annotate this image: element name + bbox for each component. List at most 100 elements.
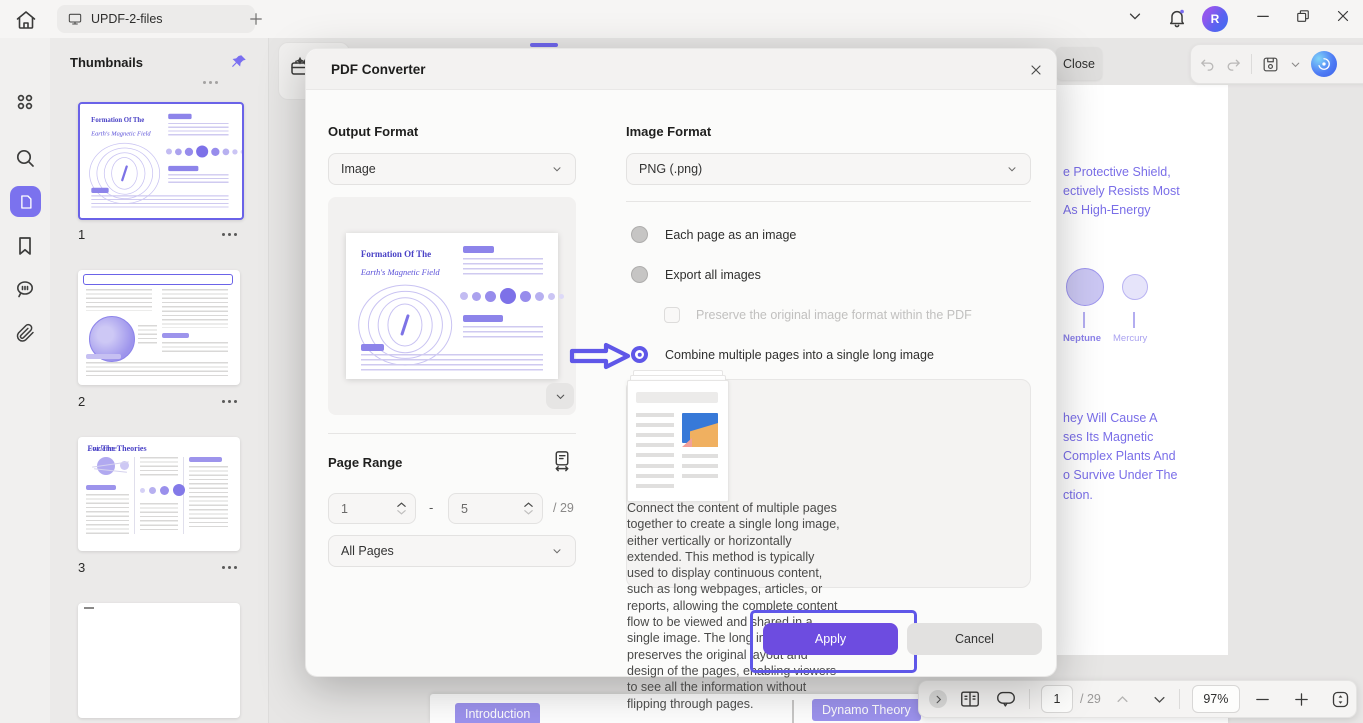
page-total-label: / 29 [553, 501, 574, 515]
fit-page-icon[interactable] [1330, 689, 1351, 710]
viewer-status-bar: 1 / 29 97% [918, 680, 1357, 718]
output-format-select[interactable]: Image [328, 153, 576, 185]
monitor-icon [67, 11, 83, 27]
zoom-level-value: 97% [1203, 692, 1228, 706]
zoom-in-icon[interactable] [1293, 691, 1310, 708]
new-tab-button[interactable] [247, 10, 265, 28]
page-thumbnail-3[interactable]: Evidence For The Theories [78, 437, 240, 551]
chevron-down-icon [1006, 163, 1018, 175]
window-restore-button[interactable] [1294, 7, 1312, 31]
option-label: Preserve the original image format withi… [696, 308, 972, 322]
document-tab[interactable]: UPDF-2-files [57, 5, 255, 33]
chevron-down-icon [551, 163, 563, 175]
thumbnail-menu-icon[interactable] [222, 400, 225, 403]
collapse-toolbar-icon[interactable] [929, 690, 947, 708]
home-button[interactable] [14, 8, 38, 32]
zoom-level-input[interactable]: 97% [1192, 685, 1240, 713]
stepper-arrows-icon[interactable] [396, 501, 407, 516]
option-export-all-images[interactable]: Export all images [631, 266, 761, 283]
option-preserve-original-format[interactable]: Preserve the original image format withi… [664, 307, 972, 323]
thumbnails-panel-title: Thumbnails [70, 55, 143, 70]
combine-description-text: Connect the content of multiple pages to… [627, 500, 841, 712]
thumbnail-number: 3 [78, 560, 85, 575]
doc-text-line: o Survive Under The [1063, 468, 1177, 482]
page-thumbnail-2[interactable] [78, 270, 240, 385]
save-options-chevron-icon[interactable] [1289, 58, 1302, 71]
previous-page-chevron-icon[interactable] [1115, 692, 1130, 707]
thumbnail-menu-icon[interactable] [222, 233, 225, 236]
page-number-value: 1 [1054, 692, 1061, 706]
undo-icon[interactable] [1199, 56, 1216, 73]
page4-mini-preview [78, 603, 236, 713]
radio-unselected-icon[interactable] [631, 266, 648, 283]
pdf-converter-dialog: PDF Converter Output Format Image Format… [305, 48, 1057, 677]
zoom-out-icon[interactable] [1254, 691, 1271, 708]
hidden-tab-indicator [530, 43, 558, 47]
attachment-paperclip-icon[interactable] [13, 321, 37, 345]
converter-close-button[interactable]: Close [1056, 47, 1102, 80]
window-close-button[interactable] [1334, 7, 1352, 31]
page-range-swap-icon[interactable] [551, 449, 574, 472]
doc-text-line: As High-Energy [1063, 203, 1151, 217]
magnetic-field-diagram [357, 286, 455, 365]
pdf-page-fragment: e Protective Shield, ectively Resists Mo… [1055, 85, 1228, 655]
page1-title-line1: Formation Of The [361, 249, 431, 259]
panel-drag-handle[interactable] [203, 81, 206, 84]
notifications-bell-icon[interactable] [1166, 7, 1188, 31]
cancel-button[interactable]: Cancel [907, 623, 1042, 655]
magnetic-field-diagram [88, 144, 162, 203]
page3-mini-preview: Evidence For The Theories [78, 437, 236, 547]
planet-mercury [1122, 274, 1148, 300]
doc-text-line: ectively Resists Most [1063, 184, 1180, 198]
redo-icon[interactable] [1225, 56, 1242, 73]
apps-grid-icon[interactable] [13, 90, 37, 114]
page2-mini-preview [78, 270, 236, 380]
section-chip: Introduction [455, 703, 540, 723]
apply-button[interactable]: Apply [763, 623, 898, 655]
cancel-label: Cancel [955, 632, 994, 646]
ai-assistant-icon[interactable] [1311, 51, 1337, 77]
quick-actions-toolbar [1190, 44, 1363, 84]
thumbnail-number: 2 [78, 394, 85, 409]
thumbnail-menu-icon[interactable] [222, 566, 225, 569]
page-thumbnail-1[interactable]: Formation Of The Earth's Magnetic Field [78, 102, 244, 220]
divider [328, 433, 576, 434]
preview-next-chevron-icon[interactable] [546, 383, 574, 409]
title-bar: UPDF-2-files R [0, 0, 1363, 38]
page-range-from-input[interactable]: 1 [328, 493, 416, 524]
image-format-select[interactable]: PNG (.png) [626, 153, 1031, 185]
long-image-illustration [627, 380, 727, 500]
divider [626, 201, 1031, 202]
page-number-input[interactable]: 1 [1041, 685, 1073, 713]
page1-title-line1: Formation Of The [91, 116, 144, 124]
page-scope-select[interactable]: All Pages [328, 535, 576, 567]
next-page-chevron-icon[interactable] [1152, 692, 1167, 707]
page-thumbnail-4[interactable] [78, 603, 240, 718]
page-range-to-value: 5 [461, 502, 468, 516]
save-icon[interactable] [1261, 55, 1280, 74]
tab-list-dropdown[interactable] [1126, 7, 1144, 31]
option-each-page-as-image[interactable]: Each page as an image [631, 226, 796, 243]
two-page-view-icon[interactable] [959, 688, 981, 710]
comments-icon[interactable] [13, 277, 37, 301]
dialog-close-icon[interactable] [1028, 62, 1044, 78]
presentation-mode-icon[interactable] [995, 688, 1017, 710]
bookmark-icon[interactable] [13, 234, 37, 258]
avatar-initial: R [1211, 12, 1220, 26]
radio-unselected-icon[interactable] [631, 226, 648, 243]
option-label: Each page as an image [665, 228, 796, 242]
network-diagram [87, 454, 128, 480]
pin-icon[interactable] [230, 53, 248, 71]
search-icon[interactable] [13, 146, 37, 170]
radio-selected-icon[interactable] [631, 346, 648, 363]
stepper-arrows-icon[interactable] [523, 501, 534, 516]
toolbar-separator [1251, 54, 1252, 74]
checkbox-disabled-icon[interactable] [664, 307, 680, 323]
user-avatar[interactable]: R [1202, 6, 1228, 32]
window-minimize-button[interactable] [1254, 7, 1272, 31]
planet-neptune [1066, 268, 1104, 306]
sidebar-item-thumbnails-active[interactable] [10, 186, 41, 217]
page-range-from-value: 1 [341, 502, 348, 516]
option-combine-into-long-image[interactable]: Combine multiple pages into a single lon… [631, 346, 934, 363]
page-range-to-input[interactable]: 5 [448, 493, 543, 524]
